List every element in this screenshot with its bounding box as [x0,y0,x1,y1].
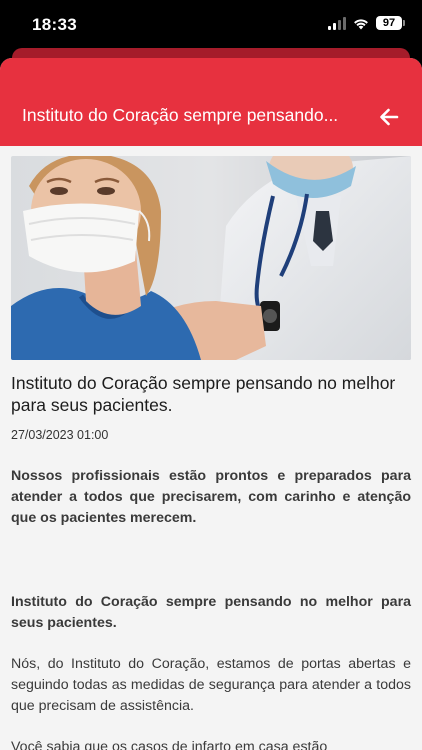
arrow-left-icon[interactable] [376,104,402,130]
page-title: Instituto do Coração sempre pensando... [22,105,339,125]
cellular-signal-icon [328,16,346,30]
status-icons: 97 [328,16,405,30]
status-bar: 18:33 97 [0,0,422,50]
article-lead-paragraph: Nossos profissionais estão prontos e pre… [11,468,411,526]
article-image [11,156,411,360]
battery-indicator: 97 [376,16,405,30]
article-date: 27/03/2023 01:00 [11,428,109,442]
news-detail-screen: Instituto do Coração sempre pensando... [0,58,422,750]
article-paragraph: Nós, do Instituto do Coração, estamos de… [11,656,411,714]
article-paragraph: Você sabia que os casos de infarto em ca… [11,739,328,750]
article-title: Instituto do Coração sempre pensando no … [11,373,396,415]
status-time: 18:33 [32,15,77,34]
article-body: Nossos profissionais estão prontos e pre… [11,466,411,750]
article-content: Instituto do Coração sempre pensando no … [0,146,422,750]
app-bar: Instituto do Coração sempre pensando... [0,58,422,146]
article-subheading: Instituto do Coração sempre pensando no … [11,594,411,631]
wifi-icon [354,18,368,29]
